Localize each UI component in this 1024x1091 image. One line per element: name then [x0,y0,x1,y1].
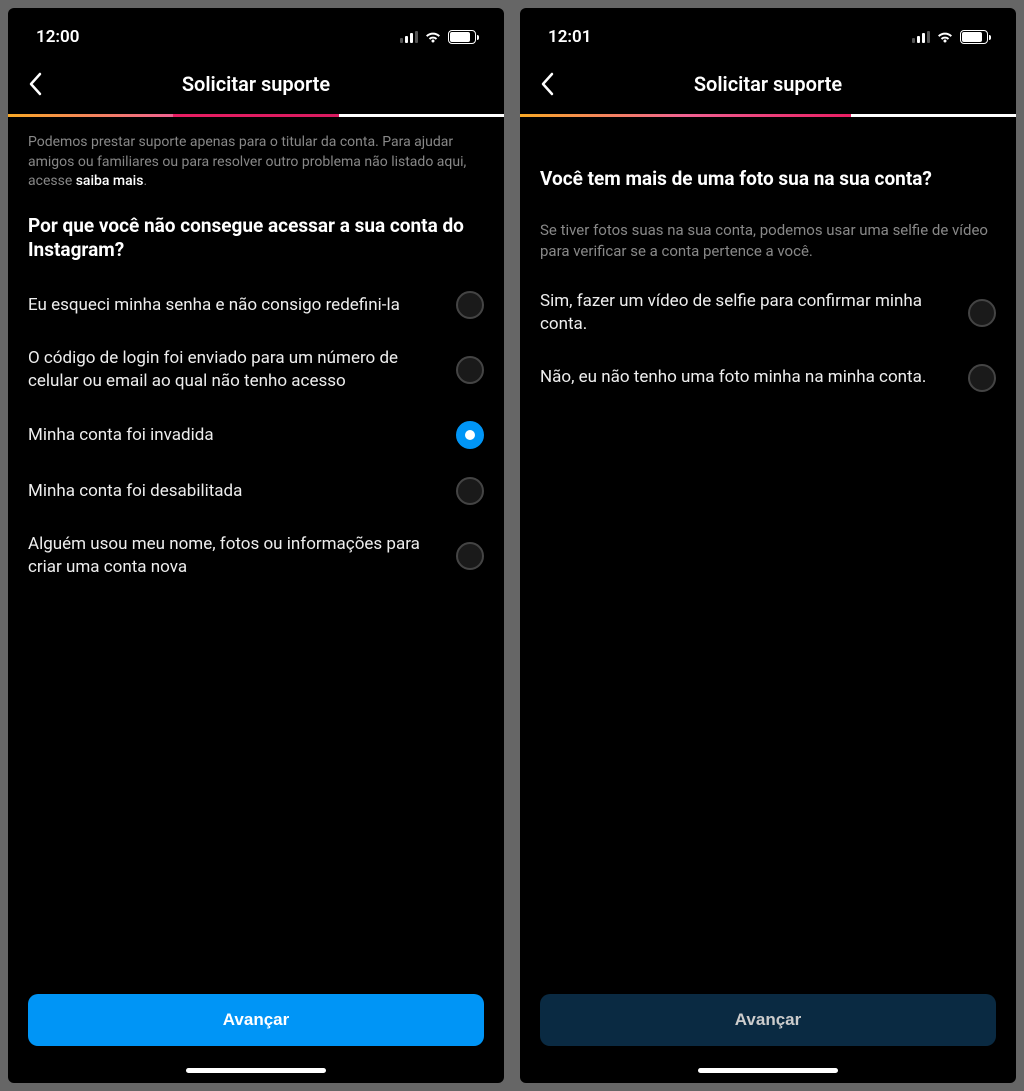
option-label: Minha conta foi invadida [28,424,442,447]
intro-after: . [143,173,147,189]
radio-icon [456,356,484,384]
phone-screen-left: 12:00 Solicitar suporte Podemos prestar … [8,8,504,1083]
intro-text: Podemos prestar suporte apenas para o ti… [28,133,484,192]
radio-icon [968,364,996,392]
option-label: O código de login foi enviado para um nú… [28,347,442,393]
back-button[interactable] [28,72,42,96]
option-forgot-password[interactable]: Eu esqueci minha senha e não consigo red… [28,291,484,319]
wifi-icon [424,30,442,44]
radio-icon [456,421,484,449]
radio-icon [968,299,996,327]
content-area: Você tem mais de uma foto sua na sua con… [520,117,1016,982]
option-account-hacked[interactable]: Minha conta foi invadida [28,421,484,449]
question-subtext: Se tiver fotos suas na sua conta, podemo… [540,220,996,262]
cellular-signal-icon [912,31,930,43]
option-label: Alguém usou meu nome, fotos ou informaçõ… [28,533,442,579]
footer: Avançar [520,982,1016,1060]
option-yes-selfie[interactable]: Sim, fazer um vídeo de selfie para confi… [540,290,996,336]
status-bar: 12:01 [520,8,1016,58]
question-heading: Você tem mais de uma foto sua na sua con… [540,167,996,192]
nav-header: Solicitar suporte [520,58,1016,110]
battery-icon [448,30,476,44]
wifi-icon [936,30,954,44]
home-indicator[interactable] [698,1068,838,1073]
phone-screen-right: 12:01 Solicitar suporte Você tem mais de… [520,8,1016,1083]
radio-icon [456,477,484,505]
option-label: Sim, fazer um vídeo de selfie para confi… [540,290,954,336]
content-area: Podemos prestar suporte apenas para o ti… [8,117,504,982]
status-icons [400,30,476,44]
home-indicator[interactable] [186,1068,326,1073]
option-no-access-code[interactable]: O código de login foi enviado para um nú… [28,347,484,393]
radio-icon [456,291,484,319]
option-label: Não, eu não tenho uma foto minha na minh… [540,366,954,389]
option-label: Eu esqueci minha senha e não consigo red… [28,294,442,317]
nav-header: Solicitar suporte [8,58,504,110]
option-label: Minha conta foi desabilitada [28,480,442,503]
footer: Avançar [8,982,504,1060]
page-title: Solicitar suporte [538,72,998,96]
learn-more-link[interactable]: saiba mais [76,173,144,189]
next-button[interactable]: Avançar [540,994,996,1046]
status-time: 12:00 [36,27,79,47]
option-account-disabled[interactable]: Minha conta foi desabilitada [28,477,484,505]
radio-icon [456,542,484,570]
status-time: 12:01 [548,27,591,47]
status-bar: 12:00 [8,8,504,58]
battery-icon [960,30,988,44]
question-heading: Por que você não consegue acessar a sua … [28,214,484,263]
options-list: Sim, fazer um vídeo de selfie para confi… [540,290,996,392]
option-no-photo[interactable]: Não, eu não tenho uma foto minha na minh… [540,364,996,392]
option-impersonation[interactable]: Alguém usou meu nome, fotos ou informaçõ… [28,533,484,579]
options-list: Eu esqueci minha senha e não consigo red… [28,291,484,579]
page-title: Solicitar suporte [26,72,486,96]
cellular-signal-icon [400,31,418,43]
back-button[interactable] [540,72,554,96]
status-icons [912,30,988,44]
next-button[interactable]: Avançar [28,994,484,1046]
